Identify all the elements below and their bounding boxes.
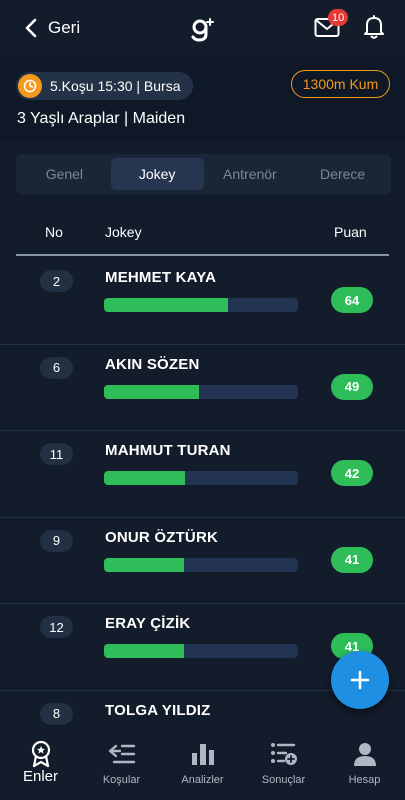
tab-bar: Genel Jokey Antrenör Derece [16, 154, 391, 194]
nav-enler[interactable]: Enler [0, 726, 81, 800]
race-title: 3 Yaşlı Araplar | Maiden [17, 110, 186, 127]
jockey-name: TOLGA YILDIZ [105, 701, 211, 719]
nav-label: Koşular [102, 774, 141, 786]
race-info-panel: 5.Koşu 15:30 | Bursa 1300m Kum 3 Yaşlı A… [0, 56, 405, 142]
row-number: 8 [40, 702, 73, 725]
score-bar [104, 471, 298, 485]
track-chip: 1300m Kum [291, 70, 390, 98]
jockey-name: MEHMET KAYA [105, 269, 217, 286]
score-badge: 42 [331, 460, 373, 486]
nav-label: Analizler [181, 774, 224, 786]
tab-antrenor[interactable]: Antrenör [204, 158, 297, 190]
medal-icon [26, 740, 56, 768]
nav-label: Enler [22, 768, 59, 785]
score-bar-fill [104, 471, 186, 485]
column-header-no: No [45, 224, 63, 240]
row-number: 11 [40, 443, 73, 465]
score-bar-fill [104, 384, 200, 399]
jockey-name: MAHMUT TURAN [105, 442, 231, 459]
bar-chart-icon [188, 740, 218, 768]
clock-icon [18, 74, 42, 98]
race-time-location: 5.Koşu 15:30 | Bursa [50, 78, 181, 94]
jockey-name: AKIN SÖZEN [105, 355, 200, 373]
score-bar [104, 644, 298, 658]
score-badge: 64 [331, 287, 373, 313]
score-bar [104, 384, 298, 399]
back-button[interactable]: Geri [24, 16, 80, 40]
score-badge: 41 [331, 546, 373, 573]
tab-genel[interactable]: Genel [18, 158, 111, 190]
nav-kosular[interactable]: Koşular [81, 726, 162, 800]
user-icon [350, 740, 380, 768]
row-number: 2 [40, 270, 73, 292]
jockey-name: ONUR ÖZTÜRK [105, 528, 219, 546]
score-bar-fill [104, 557, 184, 572]
nav-label: Sonuçlar [261, 774, 306, 786]
table-row[interactable]: 6 AKIN SÖZEN 49 [0, 345, 405, 431]
nav-label: Hesap [348, 774, 381, 786]
app-logo-icon [191, 18, 214, 42]
list-add-icon [269, 740, 299, 768]
table-row[interactable]: 2 MEHMET KAYA 64 [0, 258, 405, 345]
nav-analizler[interactable]: Analizler [162, 726, 243, 800]
score-bar [104, 557, 298, 572]
jockey-name: ERAY ÇİZİK [105, 615, 191, 632]
row-number: 9 [40, 529, 73, 552]
score-bar-fill [104, 644, 184, 658]
top-bar: Geri 10 [0, 0, 405, 56]
table-row[interactable]: 11 MAHMUT TURAN 42 [0, 431, 405, 518]
tab-jokey[interactable]: Jokey [110, 158, 204, 190]
list-arrow-icon [107, 740, 137, 768]
back-label: Geri [48, 18, 81, 37]
bell-icon[interactable] [362, 14, 386, 40]
table-header: No Jokey Puan [16, 212, 389, 256]
bottom-nav: Enler Koşular Analizler Sonuçlar Hesap [0, 726, 405, 800]
column-header-jockey: Jokey [105, 224, 142, 240]
mail-badge: 10 [328, 9, 349, 26]
nav-hesap[interactable]: Hesap [324, 726, 405, 800]
race-info-chip: 5.Koşu 15:30 | Bursa [16, 72, 193, 100]
row-number: 6 [40, 356, 73, 379]
plus-icon [350, 670, 370, 690]
score-bar [104, 298, 298, 312]
score-badge: 49 [331, 373, 373, 400]
column-header-score: Puan [334, 224, 367, 240]
add-button[interactable] [331, 651, 389, 709]
nav-sonuclar[interactable]: Sonuçlar [243, 726, 324, 800]
tab-derece[interactable]: Derece [296, 158, 389, 190]
chevron-left-icon [25, 18, 37, 38]
score-bar-fill [104, 298, 229, 312]
table-row[interactable]: 9 ONUR ÖZTÜRK 41 [0, 518, 405, 604]
row-number: 12 [40, 616, 73, 638]
